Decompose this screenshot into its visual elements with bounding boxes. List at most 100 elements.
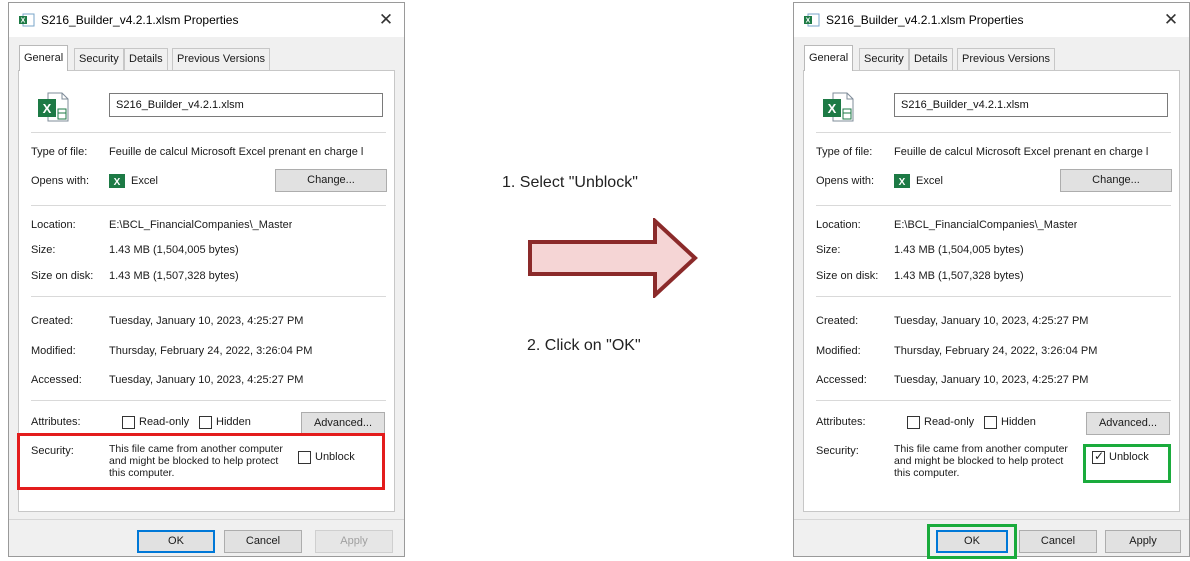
modified-value: Thursday, February 24, 2022, 3:26:04 PM (109, 345, 313, 357)
readonly-label[interactable]: Read-only (139, 416, 189, 428)
change-button[interactable]: Change... (1060, 169, 1172, 192)
attributes-label: Attributes: (31, 416, 81, 428)
hidden-label[interactable]: Hidden (1001, 416, 1036, 428)
unblock-highlight-box (17, 433, 385, 490)
divider (31, 205, 386, 206)
cancel-button[interactable]: Cancel (1019, 530, 1097, 553)
size-on-disk-label: Size on disk: (816, 270, 879, 282)
created-value: Tuesday, January 10, 2023, 4:25:27 PM (109, 315, 304, 327)
created-label: Created: (31, 315, 74, 327)
divider (816, 205, 1171, 206)
step-1-caption: 1. Select "Unblock" (502, 174, 638, 191)
close-button[interactable]: ✕ (372, 7, 400, 33)
type-value: Feuille de calcul Microsoft Excel prenan… (894, 146, 1149, 158)
hidden-checkbox[interactable] (984, 416, 997, 429)
security-label: Security: (816, 445, 859, 457)
created-label: Created: (816, 315, 859, 327)
divider (816, 296, 1171, 297)
close-button[interactable]: ✕ (1157, 7, 1185, 33)
excel-app-icon: X (109, 174, 125, 188)
size-on-disk-value: 1.43 MB (1,507,328 bytes) (109, 270, 239, 282)
dialog-title: S216_Builder_v4.2.1.xlsm Properties (41, 13, 239, 27)
change-button[interactable]: Change... (275, 169, 387, 192)
apply-button[interactable]: Apply (315, 530, 393, 553)
hidden-label[interactable]: Hidden (216, 416, 251, 428)
attributes-label: Attributes: (816, 416, 866, 428)
excel-file-icon: X (19, 13, 35, 27)
type-label: Type of file: (816, 146, 873, 158)
modified-value: Thursday, February 24, 2022, 3:26:04 PM (894, 345, 1098, 357)
divider (31, 296, 386, 297)
divider (31, 132, 386, 133)
created-value: Tuesday, January 10, 2023, 4:25:27 PM (894, 315, 1089, 327)
tab-security[interactable]: Security (74, 48, 124, 70)
filename-input[interactable] (894, 93, 1168, 117)
size-value: 1.43 MB (1,504,005 bytes) (894, 244, 1024, 256)
close-icon: ✕ (1163, 10, 1179, 30)
hidden-checkbox[interactable] (199, 416, 212, 429)
properties-dialog-before: X S216_Builder_v4.2.1.xlsm Properties ✕ … (8, 2, 405, 557)
location-label: Location: (31, 219, 76, 231)
tab-previous-versions[interactable]: Previous Versions (172, 48, 271, 70)
filename-input[interactable] (109, 93, 383, 117)
tab-details[interactable]: Details (909, 48, 953, 70)
accessed-label: Accessed: (816, 374, 867, 386)
accessed-value: Tuesday, January 10, 2023, 4:25:27 PM (894, 374, 1089, 386)
excel-app-icon: X (894, 174, 910, 188)
opens-with-value: Excel (131, 175, 158, 187)
close-icon: ✕ (378, 10, 394, 30)
modified-label: Modified: (31, 345, 76, 357)
size-label: Size: (31, 244, 56, 256)
ok-highlight-box (927, 524, 1017, 559)
ok-button[interactable]: OK (137, 530, 215, 553)
opens-with-label: Opens with: (31, 175, 90, 187)
dialog-title: S216_Builder_v4.2.1.xlsm Properties (826, 13, 1024, 27)
tab-general[interactable]: General (19, 45, 69, 71)
location-label: Location: (816, 219, 861, 231)
tab-general[interactable]: General (804, 45, 854, 71)
excel-document-icon: X (38, 92, 69, 122)
readonly-checkbox[interactable] (907, 416, 920, 429)
modified-label: Modified: (816, 345, 861, 357)
svg-text:X: X (114, 177, 121, 188)
unblock-highlight-box (1083, 444, 1171, 483)
advanced-button[interactable]: Advanced... (301, 412, 385, 435)
readonly-checkbox[interactable] (122, 416, 135, 429)
type-value: Feuille de calcul Microsoft Excel prenan… (109, 146, 364, 158)
tab-security[interactable]: Security (859, 48, 909, 70)
step-2-caption: 2. Click on "OK" (527, 337, 641, 354)
divider (816, 132, 1171, 133)
location-value: E:\BCL_FinancialCompanies\_Master (894, 219, 1078, 231)
divider (816, 400, 1171, 401)
svg-text:X: X (21, 18, 26, 25)
svg-text:X: X (43, 101, 52, 116)
svg-text:X: X (899, 177, 906, 188)
excel-document-icon: X (823, 92, 854, 122)
size-value: 1.43 MB (1,504,005 bytes) (109, 244, 239, 256)
footer-divider (794, 519, 1189, 520)
opens-with-value: Excel (916, 175, 943, 187)
footer-divider (9, 519, 404, 520)
location-value: E:\BCL_FinancialCompanies\_Master (109, 219, 293, 231)
size-label: Size: (816, 244, 841, 256)
svg-text:X: X (806, 18, 811, 25)
opens-with-label: Opens with: (816, 175, 875, 187)
divider (31, 400, 386, 401)
title-bar: X S216_Builder_v4.2.1.xlsm Properties ✕ (794, 3, 1189, 37)
tab-details[interactable]: Details (124, 48, 168, 70)
right-arrow-icon (528, 218, 698, 298)
size-on-disk-label: Size on disk: (31, 270, 94, 282)
advanced-button[interactable]: Advanced... (1086, 412, 1170, 435)
readonly-label[interactable]: Read-only (924, 416, 974, 428)
size-on-disk-value: 1.43 MB (1,507,328 bytes) (894, 270, 1024, 282)
tab-previous-versions[interactable]: Previous Versions (957, 48, 1056, 70)
accessed-value: Tuesday, January 10, 2023, 4:25:27 PM (109, 374, 304, 386)
svg-text:X: X (828, 101, 837, 116)
accessed-label: Accessed: (31, 374, 82, 386)
properties-dialog-after: X S216_Builder_v4.2.1.xlsm Properties ✕ … (793, 2, 1190, 559)
title-bar: X S216_Builder_v4.2.1.xlsm Properties ✕ (9, 3, 404, 37)
apply-button[interactable]: Apply (1105, 530, 1181, 553)
cancel-button[interactable]: Cancel (224, 530, 302, 553)
security-message: This file came from another computer and… (894, 443, 1068, 479)
excel-file-icon: X (804, 13, 820, 27)
